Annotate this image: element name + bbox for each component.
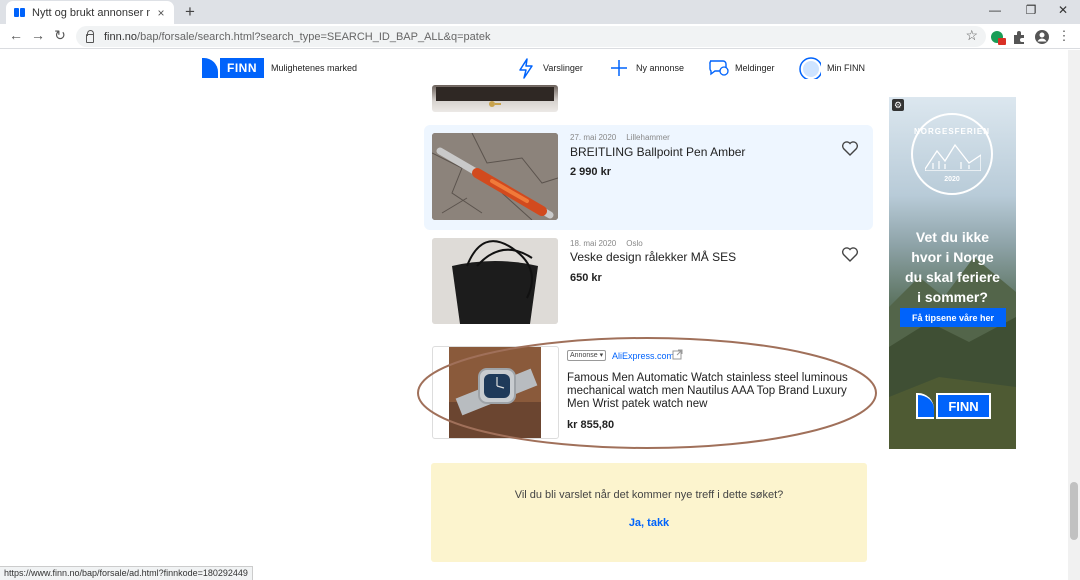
listing-title[interactable]: Veske design rålekker MÅ SES	[570, 250, 736, 264]
avatar-icon	[799, 57, 821, 79]
listing-meta: 27. mai 2020 Lillehammer	[570, 133, 680, 142]
listing-price: 650 kr	[570, 272, 602, 284]
browser-tab-bar: Nytt og brukt annonser med søk × + — ❐ ✕	[0, 0, 1080, 24]
tab-title: Nytt og brukt annonser med søk	[32, 6, 150, 19]
new-tab-button[interactable]: +	[182, 2, 198, 22]
status-bar-url: https://www.finn.no/bap/forsale/ad.html?…	[0, 566, 253, 580]
nav-label: Ny annonse	[636, 63, 685, 73]
bookmark-star-icon[interactable]: ☆	[965, 27, 978, 44]
browser-tab[interactable]: Nytt og brukt annonser med søk ×	[6, 1, 174, 24]
favorite-heart-icon[interactable]	[841, 140, 859, 156]
nav-min-finn[interactable]: Min FINN	[799, 57, 865, 79]
finn-favicon-icon	[14, 8, 26, 17]
search-alert-box: Vil du bli varslet når det kommer nye tr…	[431, 463, 867, 562]
listing-title[interactable]: BREITLING Ballpoint Pen Amber	[570, 145, 745, 159]
chat-icon	[709, 60, 729, 76]
window-close-button[interactable]: ✕	[1054, 3, 1072, 17]
window-maximize-button[interactable]: ❐	[1022, 3, 1040, 17]
ad-settings-gear-icon[interactable]: ⚙	[892, 99, 904, 111]
alert-question: Vil du bli varslet når det kommer nye tr…	[514, 489, 784, 501]
listing-date: 27. mai 2020	[570, 133, 617, 142]
site-header: FINN Mulighetenes marked Varslinger Ny a…	[0, 50, 1080, 85]
nav-ny-annonse[interactable]: Ny annonse	[608, 57, 684, 79]
page-scrollbar[interactable]	[1068, 50, 1080, 580]
reload-button[interactable]: ↻	[52, 27, 68, 44]
forward-button[interactable]: →	[30, 27, 46, 43]
url-path: /bap/forsale/search.html?search_type=SEA…	[137, 30, 491, 43]
scrollbar-thumb[interactable]	[1070, 482, 1078, 540]
bolt-icon	[519, 58, 533, 79]
plus-icon	[611, 60, 627, 76]
site-tagline: Mulighetenes marked	[271, 63, 358, 73]
nav-label: Min FINN	[827, 63, 865, 73]
norgesferien-badge: NORGESFERIEN 2020	[911, 113, 993, 195]
side-advertisement[interactable]: ⚙ NORGESFERIEN 2020 Vet du ikke hvor i N…	[889, 97, 1016, 449]
extensions-puzzle-icon[interactable]	[1012, 30, 1028, 44]
address-bar[interactable]: finn.no/bap/forsale/search.html?search_t…	[76, 26, 986, 47]
url-host: finn.no	[104, 30, 138, 43]
window-minimize-button[interactable]: —	[986, 3, 1004, 17]
nav-varslinger[interactable]: Varslinger	[515, 57, 583, 79]
ad-finn-logo: FINN	[916, 393, 991, 419]
browser-menu-icon[interactable]: ⋮	[1056, 28, 1072, 44]
listing-date: 18. mai 2020	[570, 239, 617, 248]
nav-meldinger[interactable]: Meldinger	[707, 57, 775, 79]
annotation-ellipse	[417, 337, 877, 449]
listing-image[interactable]	[432, 133, 558, 220]
listing-meta: 18. mai 2020 Oslo	[570, 239, 653, 248]
tab-close-icon[interactable]: ×	[154, 6, 168, 20]
listing-image-previous[interactable]	[432, 85, 558, 112]
alert-confirm-button[interactable]: Ja, takk	[431, 517, 867, 529]
listing-card[interactable]: 27. mai 2020 Lillehammer BREITLING Ballpo…	[424, 125, 873, 230]
ad-cta-button[interactable]: Få tipsene våre her	[900, 308, 1006, 327]
finn-logo[interactable]: FINN	[202, 58, 264, 78]
listing-card[interactable]: 18. mai 2020 Oslo Veske design rålekker M…	[424, 230, 873, 330]
nav-label: Meldinger	[735, 63, 775, 73]
ad-headline: Vet du ikke hvor i Norge du skal feriere…	[905, 229, 1000, 305]
nav-label: Varslinger	[543, 63, 583, 73]
lock-icon	[86, 29, 94, 43]
listing-price: 2 990 kr	[570, 166, 611, 178]
listing-location: Lillehammer	[626, 133, 670, 142]
browser-toolbar: ← → ↻ finn.no/bap/forsale/search.html?se…	[0, 24, 1080, 49]
listing-image[interactable]	[432, 238, 558, 324]
favorite-heart-icon[interactable]	[841, 246, 859, 262]
profile-icon[interactable]	[1034, 29, 1050, 45]
extension-badge-icon[interactable]	[990, 30, 1006, 46]
back-button[interactable]: ←	[8, 27, 24, 43]
listing-location: Oslo	[626, 239, 643, 248]
